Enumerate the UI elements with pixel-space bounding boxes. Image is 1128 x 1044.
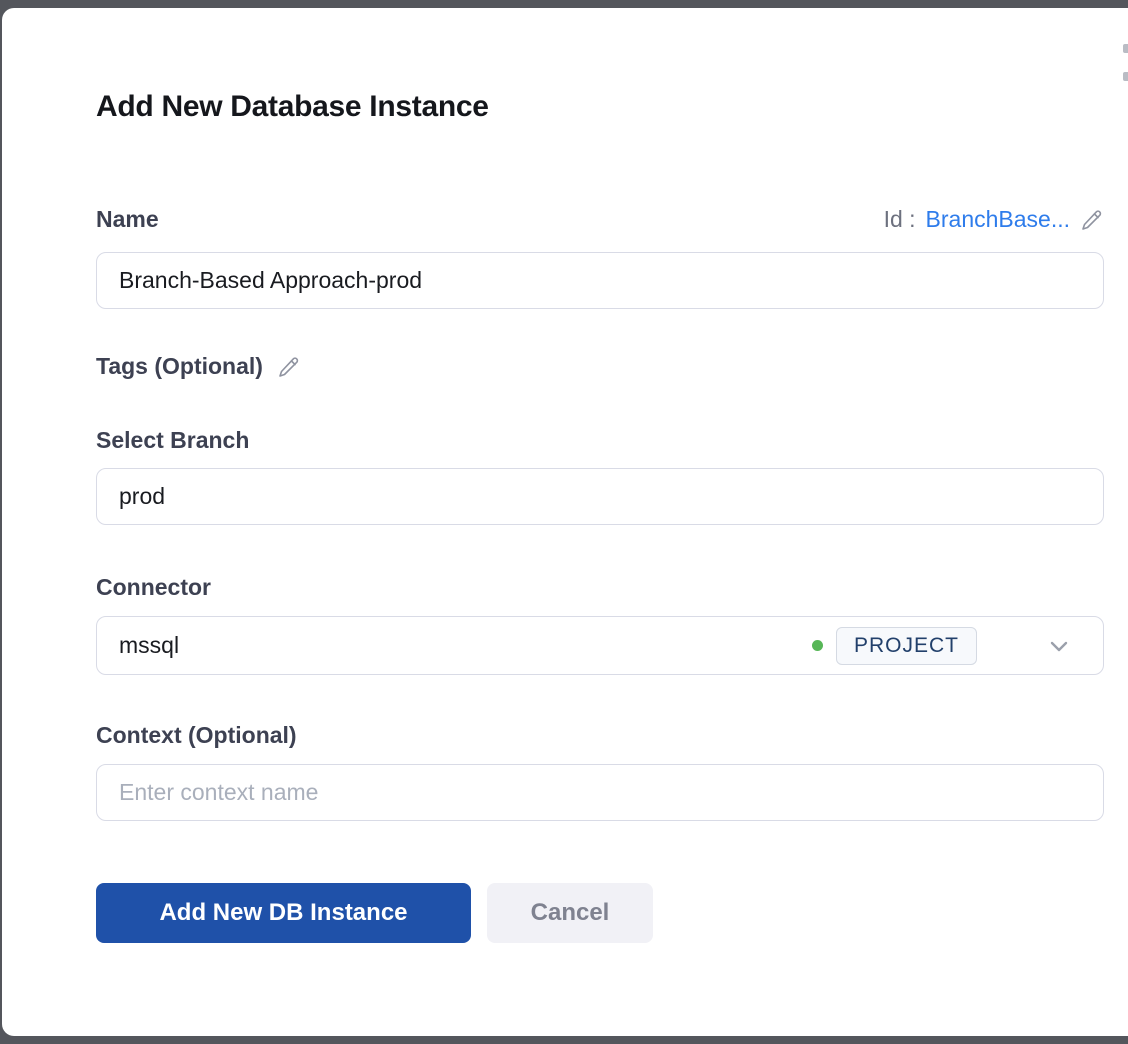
chevron-down-icon[interactable] bbox=[1047, 634, 1071, 658]
name-input[interactable] bbox=[96, 252, 1104, 309]
connector-value: mssql bbox=[119, 632, 812, 659]
branch-input[interactable] bbox=[96, 468, 1104, 525]
clipped-edge-artifact bbox=[1123, 44, 1128, 53]
select-branch-label: Select Branch bbox=[96, 427, 249, 454]
name-field-header: Name Id : BranchBase... bbox=[96, 206, 1104, 233]
name-label: Name bbox=[96, 206, 159, 233]
add-db-instance-modal: Add New Database Instance Name Id : Bran… bbox=[2, 8, 1128, 1036]
connector-status-dot-icon bbox=[812, 640, 823, 651]
tags-label: Tags (Optional) bbox=[96, 353, 263, 380]
edit-tags-pencil-icon[interactable] bbox=[277, 355, 301, 379]
tags-field-header: Tags (Optional) bbox=[96, 353, 1104, 380]
connector-label: Connector bbox=[96, 574, 211, 601]
context-label: Context (Optional) bbox=[96, 722, 297, 749]
instance-id-group: Id : BranchBase... bbox=[884, 206, 1104, 233]
add-new-db-instance-button[interactable]: Add New DB Instance bbox=[96, 883, 471, 943]
cancel-button[interactable]: Cancel bbox=[487, 883, 653, 943]
connector-select[interactable]: mssql PROJECT bbox=[96, 616, 1104, 675]
edit-id-pencil-icon[interactable] bbox=[1080, 208, 1104, 232]
project-scope-badge: PROJECT bbox=[836, 627, 977, 665]
context-input[interactable] bbox=[96, 764, 1104, 821]
id-prefix-label: Id : bbox=[884, 206, 916, 233]
modal-actions: Add New DB Instance Cancel bbox=[96, 883, 653, 943]
id-value-link[interactable]: BranchBase... bbox=[926, 206, 1070, 233]
modal-title: Add New Database Instance bbox=[96, 90, 489, 124]
clipped-edge-artifact bbox=[1123, 72, 1128, 81]
